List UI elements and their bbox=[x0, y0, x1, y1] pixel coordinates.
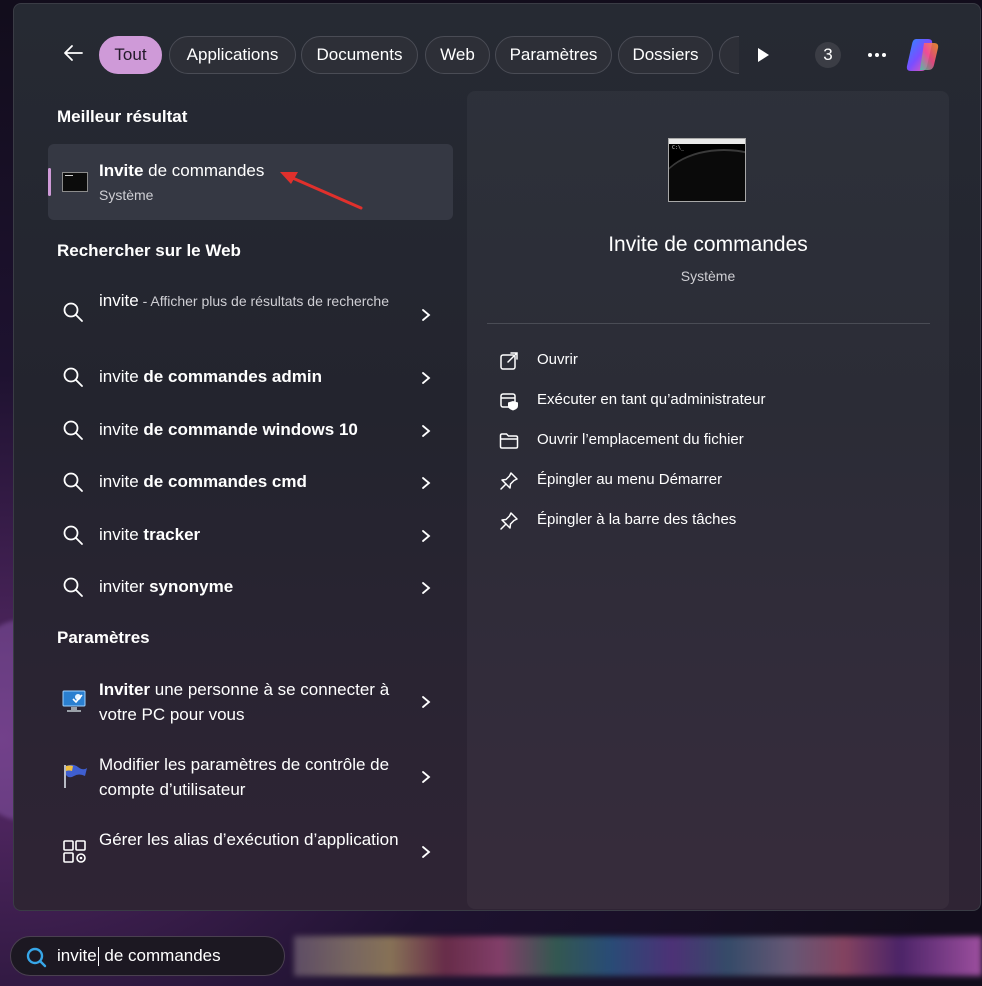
web-suggestion-label: invite de commandes admin bbox=[99, 367, 322, 386]
action-label: Exécuter en tant qu’administrateur bbox=[537, 391, 766, 408]
selection-indicator bbox=[48, 168, 51, 196]
taskbar-apps-blurred bbox=[294, 936, 982, 976]
settings-result-label: Modifier les paramètres de contrôle de c… bbox=[99, 755, 390, 799]
action-label: Ouvrir bbox=[537, 351, 578, 368]
web-suggestion-label: invite tracker bbox=[99, 525, 201, 544]
folder-icon bbox=[499, 433, 519, 449]
tab-dossiers[interactable]: Dossiers bbox=[618, 36, 713, 74]
tab-web[interactable]: Web bbox=[425, 36, 490, 74]
settings-result-label: Inviter une personne à se connecter à vo… bbox=[99, 680, 390, 724]
best-result-heading: Meilleur résultat bbox=[57, 107, 188, 126]
rewards-count-badge[interactable]: 3 bbox=[815, 42, 841, 68]
search-icon bbox=[63, 302, 83, 322]
action-pin-start[interactable]: Épingler au menu Démarrer bbox=[499, 468, 919, 494]
action-run-as-admin[interactable]: Exécuter en tant qu’administrateur bbox=[499, 388, 919, 414]
web-suggestion[interactable]: invite de commande windows 10 bbox=[48, 415, 453, 445]
detail-divider bbox=[487, 323, 930, 324]
web-suggestion-label: inviter synonyme bbox=[99, 577, 234, 596]
settings-result[interactable]: Inviter une personne à se connecter à vo… bbox=[48, 674, 453, 730]
chevron-right-icon bbox=[422, 477, 431, 489]
action-label: Épingler à la barre des tâches bbox=[537, 511, 737, 528]
more-dots-icon bbox=[868, 53, 886, 57]
start-search-panel: Tout Applications Documents Web Paramètr… bbox=[13, 3, 981, 911]
action-open[interactable]: Ouvrir bbox=[499, 348, 919, 374]
search-input[interactable]: invite de commandes bbox=[57, 946, 221, 967]
chevron-right-icon bbox=[422, 582, 431, 594]
search-icon bbox=[63, 367, 83, 387]
best-result-subtitle: Système bbox=[99, 187, 154, 203]
search-icon bbox=[63, 472, 83, 492]
admin-shield-icon bbox=[500, 393, 518, 411]
chevron-right-icon bbox=[422, 530, 431, 542]
scroll-tabs-button[interactable] bbox=[748, 40, 778, 70]
search-icon bbox=[63, 577, 83, 597]
taskbar: invite de commandes bbox=[0, 926, 982, 986]
web-suggestion[interactable]: invite de commandes cmd bbox=[48, 467, 453, 497]
command-prompt-large-icon: C:\_ bbox=[668, 138, 746, 202]
chevron-right-icon bbox=[422, 309, 431, 321]
settings-heading: Paramètres bbox=[57, 628, 150, 647]
web-suggestion-label: invite - Afficher plus de résultats de r… bbox=[99, 291, 390, 310]
best-result-item[interactable]: Invite de commandes Système bbox=[48, 144, 453, 220]
search-icon bbox=[63, 420, 83, 440]
search-icon bbox=[26, 947, 47, 968]
pin-icon bbox=[500, 512, 518, 530]
tab-applications[interactable]: Applications bbox=[169, 36, 296, 74]
app-alias-icon bbox=[63, 840, 86, 863]
copilot-icon[interactable] bbox=[904, 36, 942, 74]
chevron-right-icon bbox=[422, 425, 431, 437]
tab-overflow[interactable] bbox=[719, 36, 739, 74]
tab-parametres[interactable]: Paramètres bbox=[495, 36, 612, 74]
chevron-right-icon bbox=[422, 696, 431, 708]
chevron-right-icon bbox=[422, 372, 431, 384]
best-result-title: Invite de commandes bbox=[99, 161, 265, 180]
action-label: Épingler au menu Démarrer bbox=[537, 471, 723, 488]
action-label: Ouvrir l’emplacement du fichier bbox=[537, 431, 744, 448]
text-caret bbox=[97, 947, 99, 967]
pin-icon bbox=[500, 472, 518, 490]
settings-result[interactable]: Modifier les paramètres de contrôle de c… bbox=[48, 749, 453, 805]
web-suggestion[interactable]: invite - Afficher plus de résultats de r… bbox=[48, 286, 453, 342]
more-options-button[interactable] bbox=[862, 40, 892, 70]
detail-pane: C:\_ Invite de commandes Système Ouvrir … bbox=[467, 91, 949, 909]
web-search-heading: Rechercher sur le Web bbox=[57, 241, 241, 260]
web-suggestion[interactable]: invite tracker bbox=[48, 520, 453, 550]
action-pin-taskbar[interactable]: Épingler à la barre des tâches bbox=[499, 508, 919, 534]
web-suggestion-label: invite de commande windows 10 bbox=[99, 420, 358, 439]
web-suggestion[interactable]: invite de commandes admin bbox=[48, 362, 453, 392]
settings-result-label: Gérer les alias d’exécution d’applicatio… bbox=[99, 830, 399, 849]
action-open-file-location[interactable]: Ouvrir l’emplacement du fichier bbox=[499, 428, 919, 454]
play-icon bbox=[758, 48, 769, 62]
command-prompt-icon bbox=[62, 172, 88, 192]
search-icon bbox=[63, 525, 83, 545]
remote-assistance-icon bbox=[62, 690, 86, 712]
web-suggestion-label: invite de commandes cmd bbox=[99, 472, 307, 491]
uac-flag-icon bbox=[64, 764, 87, 788]
detail-title: Invite de commandes bbox=[608, 233, 808, 256]
tab-tout[interactable]: Tout bbox=[99, 36, 162, 74]
taskbar-search-box[interactable]: invite de commandes bbox=[10, 936, 285, 976]
detail-subtitle: Système bbox=[680, 268, 736, 284]
back-arrow-icon bbox=[64, 45, 83, 61]
chevron-right-icon bbox=[422, 846, 431, 858]
filter-bar: Tout Applications Documents Web Paramètr… bbox=[14, 4, 980, 94]
chevron-right-icon bbox=[422, 771, 431, 783]
tab-documents[interactable]: Documents bbox=[301, 36, 418, 74]
web-suggestion[interactable]: inviter synonyme bbox=[48, 572, 453, 602]
open-icon bbox=[500, 352, 518, 370]
back-button[interactable] bbox=[58, 38, 88, 68]
settings-result[interactable]: Gérer les alias d’exécution d’applicatio… bbox=[48, 824, 453, 880]
